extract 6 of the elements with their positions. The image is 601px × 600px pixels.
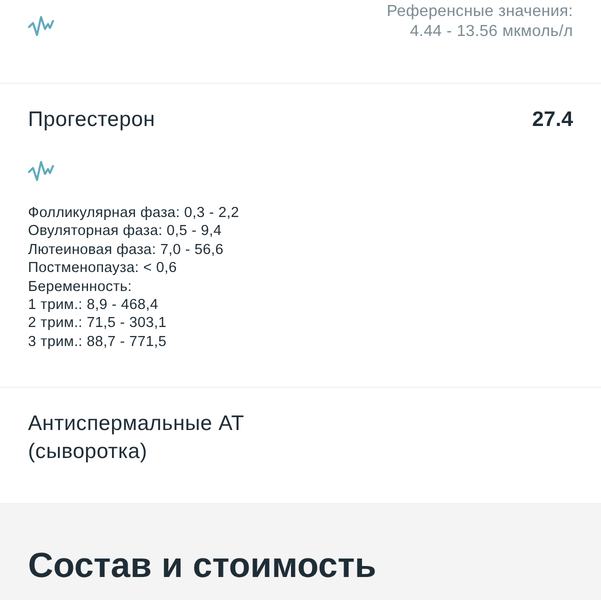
reference-values: Референсные значения: 4.44 - 13.56 мкмоль/л <box>386 2 573 42</box>
test-result: 27.4 <box>532 107 573 133</box>
reference-values: Фолликулярная фаза: 0,3 - 2,2 Овуляторная фаза: 0,5 - 9,4 Лютеиновая фаза: 7,0 - 56,6 Постменопауза: < 0,6 Беременность: 1 трим.: 8,9 - 468,4 2 трим.: 71,5 - 303,1 3 трим.: 88,7 - 771,5 <box>28 204 240 352</box>
section-title: Состав и стоимость <box>28 545 378 587</box>
test-name: Антиспермальные АТ (сыворотка) <box>28 411 244 465</box>
test-name: Прогестерон <box>28 107 156 133</box>
